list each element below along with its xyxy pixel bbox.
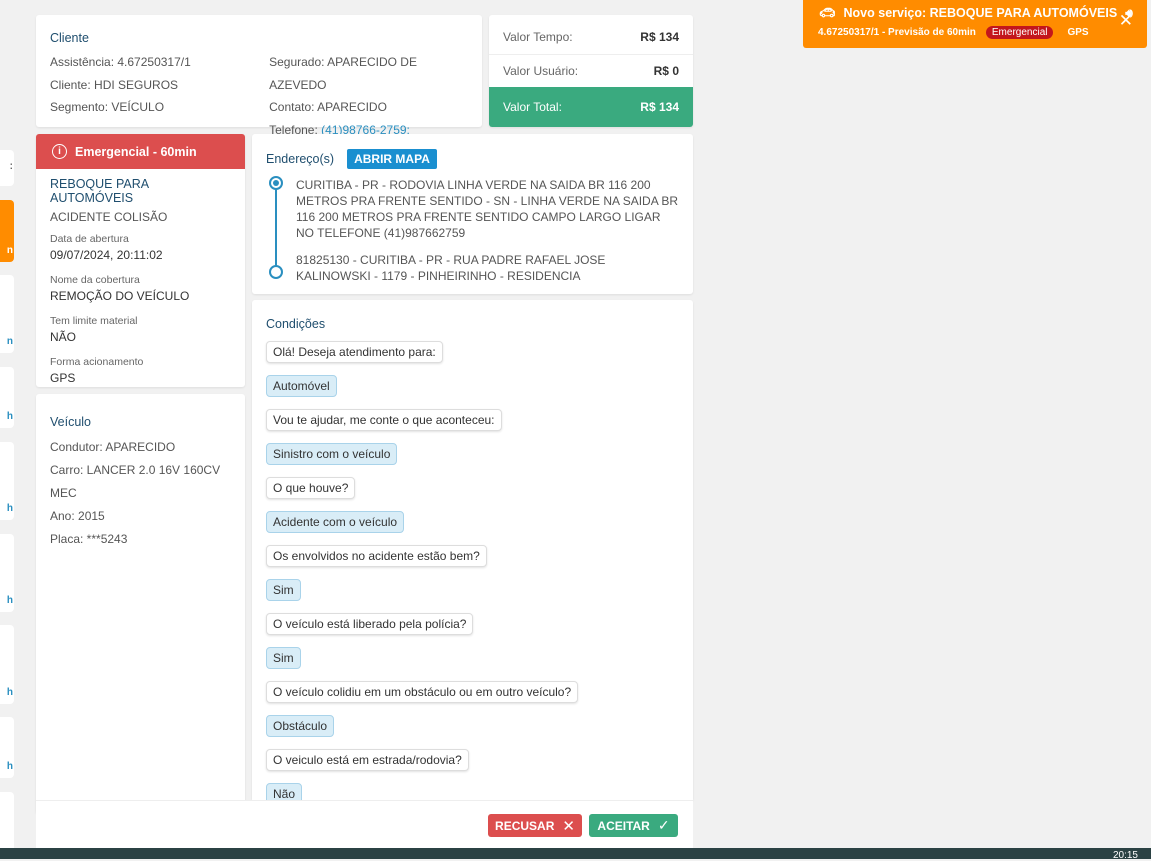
- notification-toast[interactable]: 🚗︎ Novo serviço: REBOQUE PARA AUTOMÓVEIS…: [803, 0, 1147, 48]
- question-bubble: Olá! Deseja atendimento para:: [266, 341, 443, 363]
- service-name: REBOQUE PARA AUTOMÓVEIS: [50, 177, 149, 205]
- side-list-item-text: h: [6, 595, 13, 606]
- answer-bubble: Automóvel: [266, 375, 337, 397]
- forma-value: GPS: [50, 371, 76, 385]
- answer-bubble: Sinistro com o veículo: [266, 443, 398, 465]
- abertura-value: 09/07/2024, 20:11:02: [50, 248, 163, 262]
- info-icon: i: [52, 144, 67, 159]
- refuse-button[interactable]: RECUSAR ✕: [488, 814, 582, 837]
- placa: Placa: ***5243: [50, 532, 128, 546]
- limite-label: Tem limite material: [50, 315, 138, 327]
- question-bubble: O veículo está liberado pela polícia?: [266, 613, 474, 635]
- side-list-item-text: h: [6, 411, 13, 422]
- carro: Carro: LANCER 2.0 16V 160CV MEC: [50, 463, 221, 500]
- side-list-item-text: h: [6, 503, 13, 514]
- service-card: i Emergencial - 60min REBOQUE PARA AUTOM…: [36, 134, 245, 387]
- assistencia: Assistência: 4.67250317/1: [50, 55, 191, 69]
- valor-total-label: Valor Total:: [503, 100, 562, 114]
- origin-marker-icon: [269, 176, 283, 190]
- close-icon: ✕: [562, 817, 575, 835]
- side-list-item[interactable]: h: [0, 717, 14, 778]
- side-list-item-text: h: [6, 687, 13, 698]
- side-list-item[interactable]: h: [0, 367, 14, 428]
- side-list-item[interactable]: :: [0, 150, 14, 186]
- destination-address: 81825130 - CURITIBA - PR - RUA PADRE RAF…: [296, 253, 606, 283]
- conditions-card: Condições Olá! Deseja atendimento para: A…: [252, 300, 693, 800]
- service-type: ACIDENTE COLISÃO: [50, 210, 168, 224]
- emergency-badge: Emergencial: [985, 26, 1054, 39]
- client-card: Cliente Assistência: 4.67250317/1 Client…: [36, 15, 482, 137]
- vehicle-card: Veículo Condutor: APARECIDO Carro: LANCE…: [36, 394, 245, 814]
- close-icon[interactable]: ✕: [1119, 11, 1133, 31]
- answer-bubble: Obstáculo: [266, 715, 335, 737]
- abertura-label: Data de abertura: [50, 233, 129, 245]
- chat-list[interactable]: Olá! Deseja atendimento para: Automóvel Vo…: [266, 341, 679, 800]
- gps-tag: GPS: [1067, 27, 1089, 38]
- emergency-header: Emergencial - 60min: [75, 144, 197, 159]
- origin-address: CURITIBA - PR - RODOVIA LINHA VERDE NA S…: [296, 178, 679, 240]
- footer: RECUSAR ✕ ACEITAR ✓: [36, 800, 693, 848]
- segmento: Segmento: VEÍCULO: [50, 100, 165, 114]
- side-list-item[interactable]: h: [0, 442, 14, 520]
- valor-tempo: R$ 134: [640, 30, 679, 44]
- question-bubble: O veículo colidiu em um obstáculo ou em …: [266, 681, 579, 703]
- contato: Contato: APARECIDO: [269, 100, 387, 114]
- side-list-item[interactable]: [0, 792, 14, 852]
- cliente: Cliente: HDI SEGUROS: [50, 77, 179, 92]
- valor-tempo-label: Valor Tempo:: [503, 30, 573, 44]
- valor-usuario-label: Valor Usuário:: [503, 64, 579, 78]
- answer-bubble: Acidente com o veículo: [266, 511, 405, 533]
- conditions-title: Condições: [266, 317, 326, 331]
- destination-marker-icon: [269, 265, 283, 279]
- question-bubble: Os envolvidos no acidente estão bem?: [266, 545, 487, 567]
- cobertura-label: Nome da cobertura: [50, 274, 140, 286]
- vehicle-title: Veículo: [50, 415, 92, 429]
- answer-bubble: Sim: [266, 647, 301, 669]
- valor-total: R$ 134: [640, 100, 679, 114]
- taskbar: 20:15: [0, 848, 1151, 861]
- side-list-item-text: n: [6, 245, 13, 256]
- forma-label: Forma acionamento: [50, 356, 144, 368]
- clock: 20:15: [1112, 850, 1138, 861]
- segurado: Segurado: APARECIDO DE AZEVEDO: [269, 55, 417, 92]
- check-icon: ✓: [657, 817, 670, 833]
- limite-value: NÃO: [50, 330, 77, 344]
- valor-usuario: R$ 0: [653, 64, 679, 78]
- question-bubble: Vou te ajudar, me conte o que aconteceu:: [266, 409, 502, 431]
- answer-bubble: Sim: [266, 579, 301, 601]
- values-card: Valor Tempo: R$ 134 Valor Usuário: R$ 0 Va…: [489, 15, 693, 127]
- client-title: Cliente: [50, 31, 89, 45]
- cobertura-value: REMOÇÃO DO VEÍCULO: [50, 289, 190, 303]
- notification-subtitle: 4.67250317/1 - Previsão de 60min: [818, 27, 976, 38]
- side-list-item[interactable]: n: [0, 275, 14, 353]
- ano: Ano: 2015: [50, 509, 105, 523]
- open-map-button[interactable]: ABRIR MAPA: [347, 149, 437, 169]
- answer-bubble: Não: [266, 783, 303, 800]
- car-icon: 🚗︎: [819, 5, 836, 20]
- accept-button[interactable]: ACEITAR ✓: [589, 814, 678, 837]
- side-list-item-text: :: [9, 161, 13, 172]
- question-bubble: O veiculo está em estrada/rodovia?: [266, 749, 469, 771]
- side-list-item[interactable]: n: [0, 200, 14, 262]
- notification-title: Novo serviço: REBOQUE PARA AUTOMÓVEIS: [843, 6, 1118, 20]
- condutor: Condutor: APARECIDO: [50, 440, 176, 454]
- address-title: Endereço(s): [266, 152, 335, 166]
- side-list-item[interactable]: h: [0, 625, 14, 704]
- address-card: Endereço(s) ABRIR MAPA CURITIBA - PR - R…: [252, 134, 693, 294]
- side-list-item[interactable]: h: [0, 534, 14, 612]
- side-list-item-text: n: [6, 336, 13, 347]
- question-bubble: O que houve?: [266, 477, 356, 499]
- side-list-item-text: h: [6, 761, 13, 772]
